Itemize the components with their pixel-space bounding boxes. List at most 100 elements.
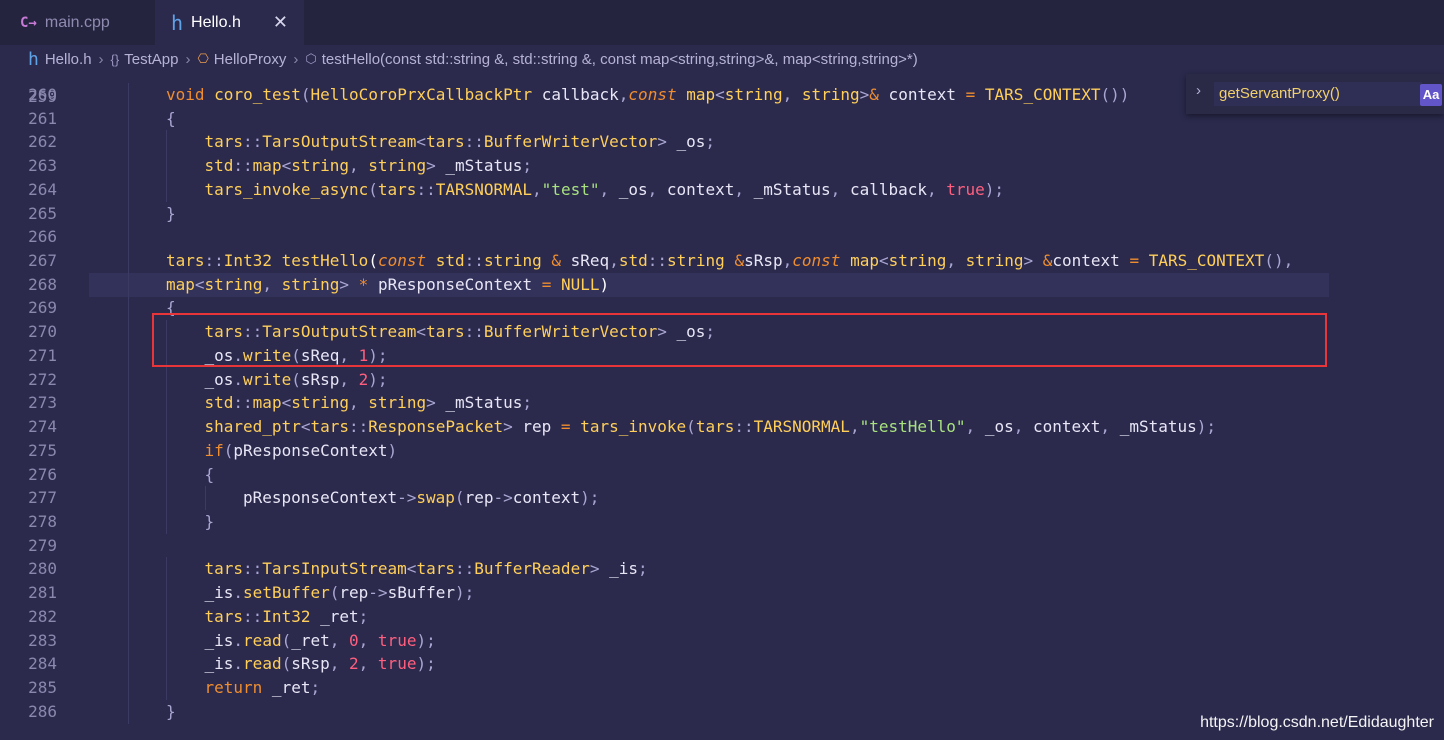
code-token: (	[223, 441, 234, 460]
code-token: _mStatus	[445, 393, 523, 412]
code-token: tars	[310, 417, 349, 436]
line-number: 275	[28, 441, 57, 460]
code-token: testHello	[281, 251, 369, 270]
code-line: 274 shared_ptr<tars::ResponsePacket> rep …	[0, 415, 1444, 439]
tab-hello-h[interactable]: h Hello.h ✕	[155, 0, 304, 45]
chevron-right-icon: ›	[98, 50, 104, 68]
code-token: map	[252, 393, 282, 412]
line-number: 268	[28, 275, 57, 294]
expand-replace-icon[interactable]: ›	[1196, 82, 1201, 99]
code-token: )	[599, 275, 610, 294]
code-token: *	[358, 275, 369, 294]
code-token: ,	[349, 156, 369, 175]
code-token: (	[281, 654, 292, 673]
indent-guide	[166, 652, 167, 676]
code-editor[interactable]: 259 260 void coro_test(HelloCoroPrxCallba…	[0, 73, 1444, 740]
code-token: ;	[522, 393, 533, 412]
code-line: 276 {	[0, 463, 1444, 487]
code-token: ,	[965, 417, 985, 436]
line-number: 278	[28, 512, 57, 531]
tab-label: main.cpp	[44, 13, 110, 31]
code-token: >	[589, 559, 610, 578]
chevron-right-icon: ›	[293, 50, 299, 68]
indent-guide	[128, 178, 129, 202]
indent-guide	[128, 557, 129, 581]
code-token: context	[512, 488, 581, 507]
code-text: shared_ptr<tars::ResponsePacket> rep = t…	[205, 415, 1217, 439]
code-token: _ret	[310, 607, 359, 626]
code-token: string	[965, 251, 1024, 270]
code-token: ,	[782, 251, 793, 270]
code-text: _is.read(sRsp, 2, true);	[205, 652, 436, 676]
code-token: ())	[1100, 85, 1130, 104]
code-token: string	[483, 251, 542, 270]
code-text: tars_invoke_async(tars::TARSNORMAL,"test…	[205, 178, 1005, 202]
find-input[interactable]: getServantProxy()	[1214, 82, 1422, 106]
code-token: ,	[349, 393, 369, 412]
code-token: map	[686, 85, 716, 104]
code-token: _ret	[262, 678, 311, 697]
code-token: _os	[676, 132, 706, 151]
code-token: string	[291, 393, 350, 412]
code-token: );	[368, 370, 388, 389]
code-token: {	[166, 109, 176, 128]
code-token: true	[377, 654, 417, 673]
line-number: 285	[28, 678, 57, 697]
indent-guide	[128, 154, 129, 178]
code-token: ::	[243, 559, 263, 578]
code-token: read	[243, 654, 282, 673]
indent-guide	[128, 320, 129, 344]
code-token: pResponseContext	[243, 488, 398, 507]
code-token: pResponseContext	[233, 441, 388, 460]
code-token: std	[435, 251, 465, 270]
code-token: std	[204, 156, 234, 175]
code-token: (),	[1264, 251, 1294, 270]
code-token: sBuffer	[387, 583, 455, 602]
code-token: shared_ptr	[204, 417, 301, 436]
code-line: 263 std::map<string, string> _mStatus;	[0, 154, 1444, 178]
code-token: context	[878, 85, 966, 104]
code-token: ,	[358, 654, 378, 673]
indent-guide	[128, 439, 129, 463]
close-tab-icon[interactable]: ✕	[273, 12, 288, 33]
code-token: string	[667, 251, 725, 270]
code-token: 2	[349, 654, 359, 673]
indent-guide	[128, 486, 129, 510]
breadcrumb-item-namespace[interactable]: TestApp	[124, 51, 178, 68]
code-text: }	[166, 202, 176, 226]
code-token: ->	[368, 583, 388, 602]
code-token: _os	[984, 417, 1014, 436]
breadcrumb-item-file[interactable]: Hello.h	[45, 51, 92, 68]
line-number: 272	[28, 370, 57, 389]
code-token: "testHello"	[859, 417, 966, 436]
breadcrumb-item-method[interactable]: testHello(const std::string &, std::stri…	[322, 51, 918, 68]
line-number: 270	[28, 322, 57, 341]
code-token: rep	[339, 583, 369, 602]
code-token: map	[252, 156, 282, 175]
code-token: TARS_CONTEXT	[984, 85, 1101, 104]
code-token: ,	[262, 275, 282, 294]
code-token: >	[503, 417, 523, 436]
code-token: >	[859, 85, 870, 104]
match-case-toggle[interactable]: Aa	[1420, 84, 1442, 106]
code-line: 285 return _ret;	[0, 676, 1444, 700]
code-text: std::map<string, string> _mStatus;	[205, 391, 533, 415]
tab-main-cpp[interactable]: C→ main.cpp	[0, 0, 154, 45]
code-token: ::	[243, 132, 263, 151]
breadcrumb-item-class[interactable]: HelloProxy	[214, 51, 287, 68]
code-line: 268 map<string, string> * pResponseContex…	[0, 273, 1444, 297]
indent-guide	[166, 154, 167, 178]
code-token: ::	[734, 417, 754, 436]
code-token: ,	[946, 251, 966, 270]
code-token: ;	[358, 607, 369, 626]
line-number: 277	[28, 488, 57, 507]
code-token: _mStatus	[753, 180, 831, 199]
code-token: <	[715, 85, 725, 104]
indent-guide	[128, 296, 129, 320]
code-text: }	[205, 510, 215, 534]
code-line: 267 tars::Int32 testHello(const std::stri…	[0, 249, 1444, 273]
